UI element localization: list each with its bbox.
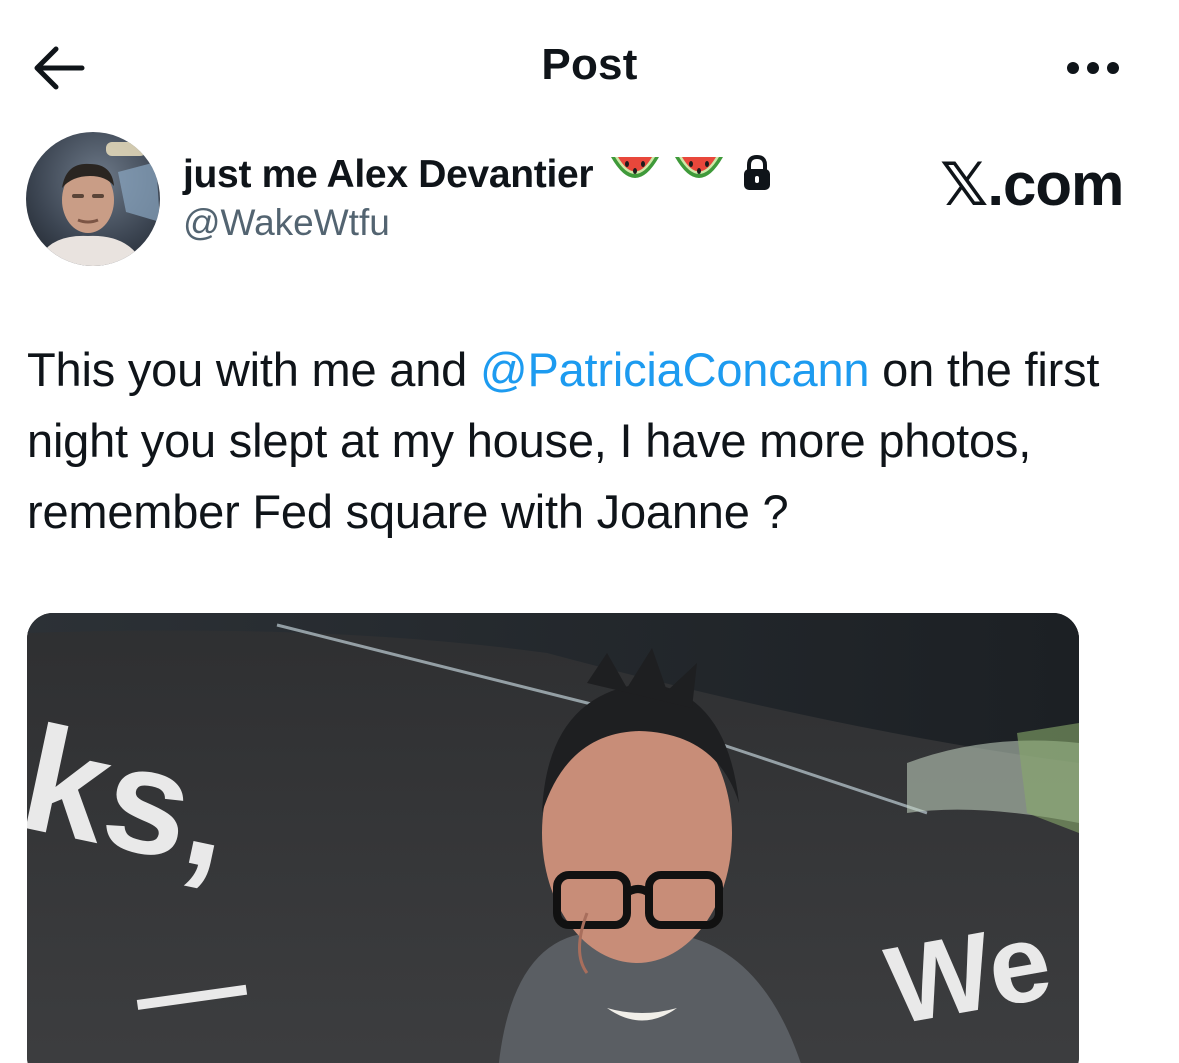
more-options-button[interactable] (1058, 46, 1128, 90)
more-horizontal-icon (1067, 62, 1119, 74)
user-handle[interactable]: @WakeWtfu (183, 202, 390, 244)
page-title: Post (541, 40, 638, 89)
watermelon-icon (671, 149, 727, 202)
post-author: just me Alex Devantier @WakeWtfu 𝕏.com (26, 130, 1156, 270)
post-text-before: This you with me and (27, 343, 480, 396)
post-text: This you with me and @PatriciaConcann on… (27, 334, 1147, 547)
mention-link[interactable]: @PatriciaConcann (480, 343, 870, 396)
top-bar: Post (0, 0, 1179, 130)
brand-watermark: 𝕏.com (940, 151, 1124, 218)
watermelon-icon (607, 149, 663, 202)
post-media[interactable]: ks, We (27, 613, 1079, 1063)
post-photo: ks, We (27, 613, 1079, 1063)
display-name[interactable]: just me Alex Devantier (183, 153, 594, 197)
display-name-row: just me Alex Devantier (183, 147, 773, 203)
lock-icon (741, 154, 773, 197)
avatar-image (26, 132, 160, 266)
avatar[interactable] (26, 132, 160, 266)
